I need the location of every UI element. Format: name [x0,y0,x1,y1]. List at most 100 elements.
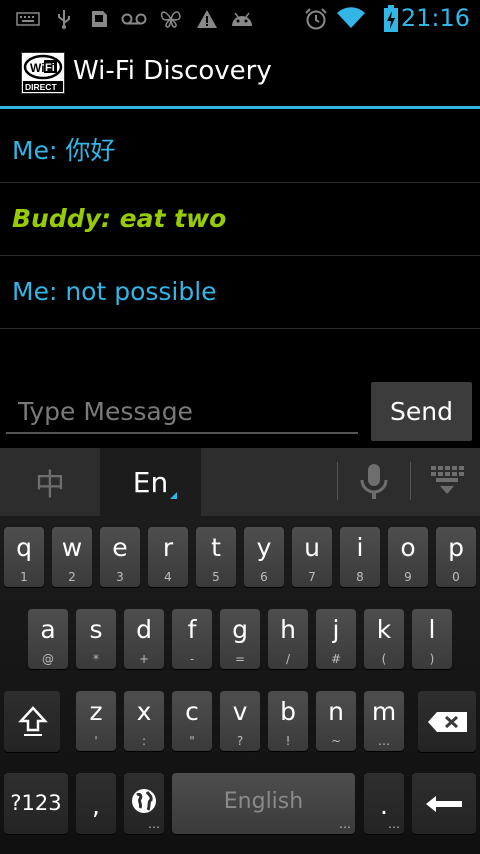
message-item: Buddy: eat two [0,184,480,256]
globe-sub-label: … [148,817,160,831]
key-label: l [428,615,436,644]
key-sub-label: 4 [164,570,172,584]
alarm-icon [304,8,328,30]
key-label: t [211,533,221,562]
message-text: Me: not possible [12,277,217,306]
globe-icon [132,789,156,813]
action-bar: Wi Fi DIRECT Wi-Fi Discovery [0,38,480,108]
key-n[interactable]: n ~ [316,691,356,751]
action-bar-divider [0,106,480,109]
key-sub-label: = [234,652,246,666]
hide-keyboard-icon[interactable] [426,464,468,498]
clock: 21:16 [400,4,470,32]
space-label: English [223,789,304,814]
key-v[interactable]: v? [220,691,260,751]
key-label: h [280,615,296,644]
message-input[interactable] [6,390,358,434]
period-key[interactable]: . … [364,773,404,834]
voicemail-icon [121,9,147,29]
key-sub-label: 1 [20,570,28,584]
space-key[interactable]: English … [172,773,355,834]
selected-indicator-icon [170,492,177,499]
key-sub-label: 0 [452,570,460,584]
divider [410,462,411,500]
microphone-icon[interactable] [352,462,396,502]
key-label: p [448,533,464,562]
key-s[interactable]: s * [76,609,116,669]
key-label: k [376,615,392,644]
shift-key[interactable] [4,691,60,752]
symbols-label: ?123 [10,791,62,815]
message-text: Buddy: eat two [12,204,227,233]
key-h[interactable]: h / [268,609,308,669]
key-sub-label: ~ [330,734,342,748]
key-u[interactable]: u7 [292,527,332,587]
key-sub-label: ' [94,734,98,748]
language-english-label: En [132,465,169,499]
language-switch-key[interactable]: … [124,773,164,834]
symbols-key[interactable]: ?123 [4,773,68,834]
key-sub-label: # [330,652,342,666]
key-sub-label: 9 [404,570,412,584]
key-label: r [162,533,174,562]
key-sub-label: / [285,652,291,666]
key-sub-label: + [138,652,150,666]
key-label: y [256,533,272,562]
key-m[interactable]: m… [364,691,404,751]
key-a[interactable]: a @ [28,609,68,669]
status-bar: 21:16 [0,0,480,38]
app-title: Wi-Fi Discovery [73,56,272,86]
period-sub-label: … [388,817,400,831]
wifi-icon [336,6,366,30]
key-w[interactable]: w2 [52,527,92,587]
key-i[interactable]: i8 [340,527,380,587]
key-sub-label: 8 [356,570,364,584]
key-f[interactable]: f- [172,609,212,669]
key-label: c [185,697,199,726]
key-label: x [136,697,152,726]
divider [337,462,338,500]
keyboard-icon [16,9,40,29]
key-label: u [304,533,320,562]
key-z[interactable]: z ' [76,691,116,751]
key-sub-label: 7 [308,570,316,584]
key-sub-label: - [189,652,195,666]
key-t[interactable]: t5 [196,527,236,587]
key-label: v [232,697,248,726]
key-d[interactable]: d + [124,609,164,669]
key-y[interactable]: y6 [244,527,284,587]
enter-key[interactable] [412,773,476,834]
key-r[interactable]: r4 [148,527,188,587]
send-button[interactable]: Send [371,382,472,441]
key-sub-label: 2 [68,570,76,584]
key-p[interactable]: p0 [436,527,476,587]
key-g[interactable]: g = [220,609,260,669]
enter-arrow-icon [426,796,462,812]
key-label: g [232,615,248,644]
usb-icon [54,9,74,29]
key-label: w [61,533,83,562]
key-sub-label: ) [429,652,435,666]
key-o[interactable]: o9 [388,527,428,587]
key-k[interactable]: k( [364,609,404,669]
key-sub-label: " [189,734,195,748]
svg-text:Fi: Fi [45,62,55,74]
key-b[interactable]: b! [268,691,308,751]
comma-key[interactable]: , [76,773,116,834]
key-c[interactable]: c " [172,691,212,751]
key-j[interactable]: j # [316,609,356,669]
key-q[interactable]: q1 [4,527,44,587]
key-sub-label: 5 [212,570,220,584]
key-sub-label: ? [236,734,244,748]
key-e[interactable]: e3 [100,527,140,587]
language-english-tab[interactable]: En [100,448,201,516]
backspace-key[interactable] [418,691,476,752]
language-chinese-tab[interactable]: 中 [0,448,100,516]
message-item: Me: not possible [0,257,480,329]
key-l[interactable]: l) [412,609,452,669]
space-sub-label: … [339,817,351,831]
sd-card-icon [88,9,110,29]
key-x[interactable]: x: [124,691,164,751]
key-label: b [280,697,296,726]
key-label: o [400,533,416,562]
